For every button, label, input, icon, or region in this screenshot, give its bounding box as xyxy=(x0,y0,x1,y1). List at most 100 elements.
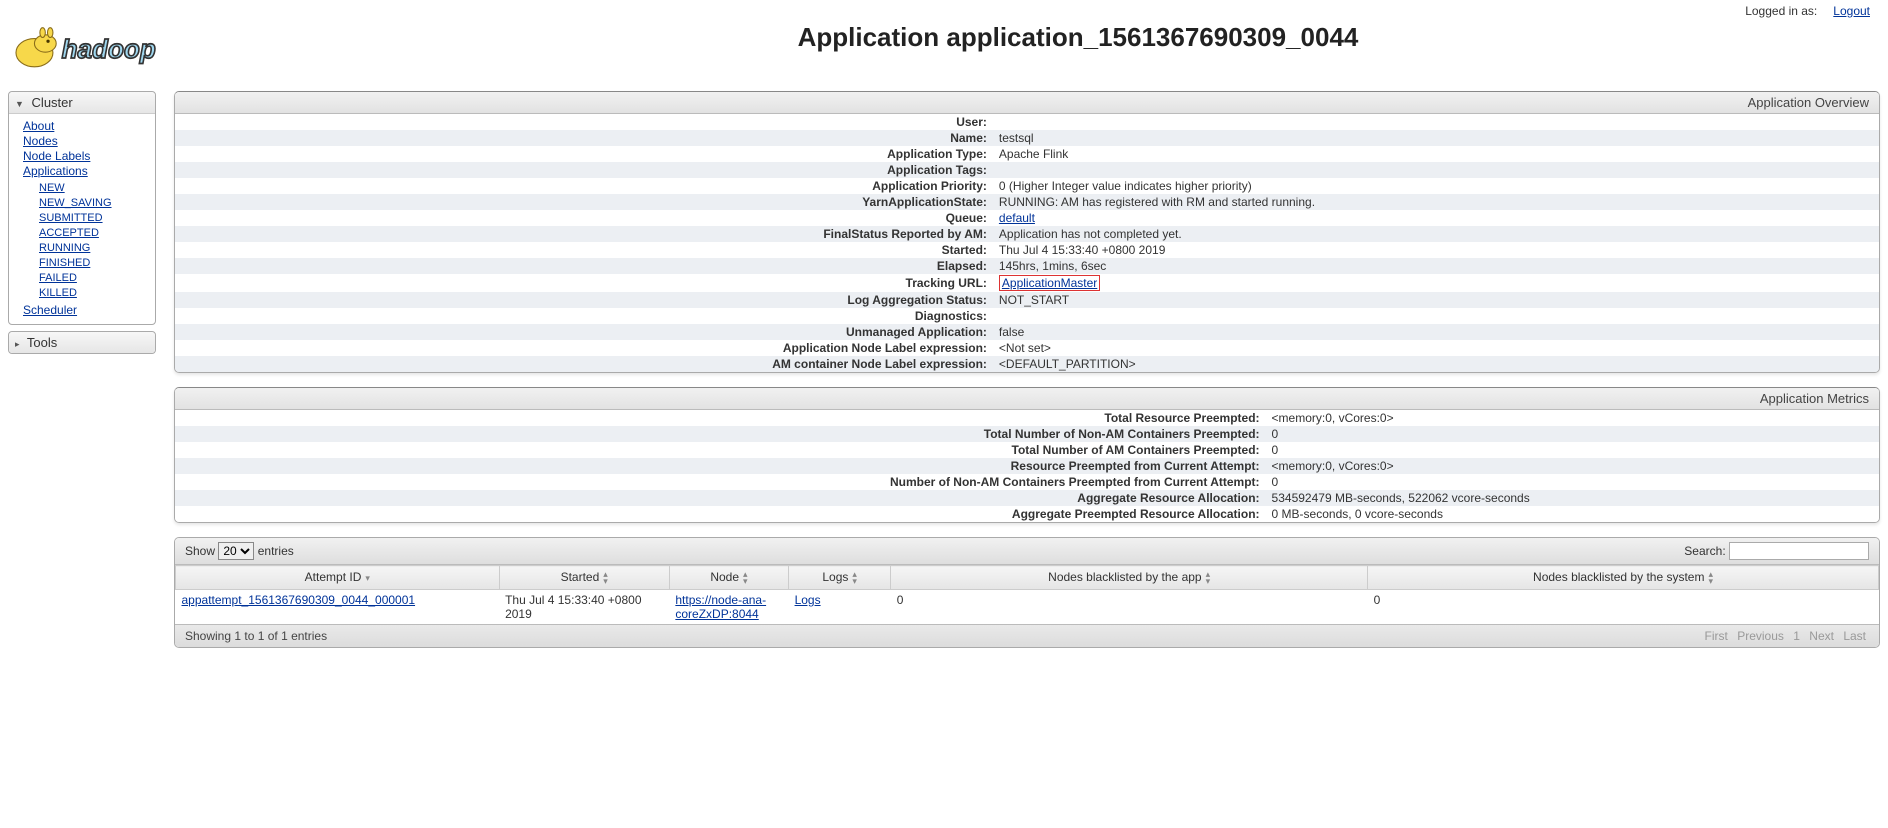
pager-page-1[interactable]: 1 xyxy=(1793,629,1800,643)
sidebar-tools-header[interactable]: ▸ Tools xyxy=(9,332,155,353)
overview-tags-label: Application Tags: xyxy=(175,162,993,178)
hadoop-logo: hadoop xyxy=(0,18,268,85)
attempt-node-link[interactable]: https://node-ana-coreZxDP:8044 xyxy=(675,593,766,621)
chevron-down-icon: ▼ xyxy=(15,99,24,109)
overview-elapsed-label: Elapsed: xyxy=(175,258,993,274)
metrics-am-ct-value: 0 xyxy=(1266,442,1879,458)
pager-next[interactable]: Next xyxy=(1809,629,1834,643)
overview-apptype-label: Application Type: xyxy=(175,146,993,162)
entries-label: entries xyxy=(258,544,294,558)
attempt-logs-link[interactable]: Logs xyxy=(795,593,821,607)
attempt-blk-app: 0 xyxy=(891,589,1368,624)
metrics-nonam-ct-value: 0 xyxy=(1266,426,1879,442)
metrics-res-cur-label: Resource Preempted from Current Attempt: xyxy=(175,458,1266,474)
logged-in-label: Logged in as: xyxy=(1745,4,1817,18)
attempt-started: Thu Jul 4 15:33:40 +0800 2019 xyxy=(499,589,669,624)
svg-text:hadoop: hadoop xyxy=(62,34,156,64)
overview-logagg-label: Log Aggregation Status: xyxy=(175,292,993,308)
sidebar-cluster-label: Cluster xyxy=(32,95,73,110)
overview-unmanaged-label: Unmanaged Application: xyxy=(175,324,993,340)
pager-last[interactable]: Last xyxy=(1843,629,1866,643)
sort-icon: ▴▾ xyxy=(603,571,608,585)
sidebar-state-new[interactable]: NEW xyxy=(39,182,65,194)
overview-apptype-value: Apache Flink xyxy=(993,146,1879,162)
metrics-nonam-cur-value: 0 xyxy=(1266,474,1879,490)
overview-elapsed-value: 145hrs, 1mins, 6sec xyxy=(993,258,1879,274)
tracking-url-link[interactable]: ApplicationMaster xyxy=(1002,276,1097,290)
metrics-header: Application Metrics xyxy=(175,388,1879,410)
overview-nodelabel-label: Application Node Label expression: xyxy=(175,340,993,356)
overview-user-value xyxy=(993,114,1879,130)
sidebar-link-about[interactable]: About xyxy=(23,119,54,133)
overview-header: Application Overview xyxy=(175,92,1879,114)
metrics-am-ct-label: Total Number of AM Containers Preempted: xyxy=(175,442,1266,458)
page-title: Application application_1561367690309_00… xyxy=(268,22,1888,53)
sidebar-link-scheduler[interactable]: Scheduler xyxy=(23,303,77,317)
sidebar-link-node-labels[interactable]: Node Labels xyxy=(23,149,90,163)
overview-queue-label: Queue: xyxy=(175,210,993,226)
overview-tags-value xyxy=(993,162,1879,178)
metrics-nonam-ct-label: Total Number of Non-AM Containers Preemp… xyxy=(175,426,1266,442)
sidebar-tools-label: Tools xyxy=(27,335,57,350)
metrics-nonam-cur-label: Number of Non-AM Containers Preempted fr… xyxy=(175,474,1266,490)
metrics-res-cur-value: <memory:0, vCores:0> xyxy=(1266,458,1879,474)
overview-queue-link[interactable]: default xyxy=(999,211,1035,225)
pager: First Previous 1 Next Last xyxy=(1702,629,1869,643)
col-started[interactable]: Started▴▾ xyxy=(499,566,669,590)
sidebar-state-running[interactable]: RUNNING xyxy=(39,242,90,254)
attempt-id-link[interactable]: appattempt_1561367690309_0044_000001 xyxy=(182,593,416,607)
overview-final-value: Application has not completed yet. xyxy=(993,226,1879,242)
metrics-agg-value: 534592479 MB-seconds, 522062 vcore-secon… xyxy=(1266,490,1879,506)
metrics-agg-label: Aggregate Resource Allocation: xyxy=(175,490,1266,506)
overview-amlabel-label: AM container Node Label expression: xyxy=(175,356,993,372)
pager-first[interactable]: First xyxy=(1705,629,1728,643)
overview-name-value: testsql xyxy=(993,130,1879,146)
sort-icon: ▴▾ xyxy=(1206,571,1211,585)
sidebar-state-killed[interactable]: KILLED xyxy=(39,287,77,299)
pager-prev[interactable]: Previous xyxy=(1737,629,1784,643)
application-overview-section: Application Overview User: Name: testsql… xyxy=(174,91,1880,373)
search-input[interactable] xyxy=(1729,542,1869,560)
overview-tracking-label: Tracking URL: xyxy=(175,274,993,292)
col-blk-sys[interactable]: Nodes blacklisted by the system▴▾ xyxy=(1368,566,1879,590)
overview-yarnstate-value: RUNNING: AM has registered with RM and s… xyxy=(993,194,1879,210)
metrics-agg-pre-value: 0 MB-seconds, 0 vcore-seconds xyxy=(1266,506,1879,522)
col-node[interactable]: Node▴▾ xyxy=(669,566,788,590)
overview-name-label: Name: xyxy=(175,130,993,146)
sidebar-state-failed[interactable]: FAILED xyxy=(39,272,77,284)
metrics-total-res-label: Total Resource Preempted: xyxy=(175,410,1266,426)
overview-final-label: FinalStatus Reported by AM: xyxy=(175,226,993,242)
overview-yarnstate-label: YarnApplicationState: xyxy=(175,194,993,210)
sidebar-state-submitted[interactable]: SUBMITTED xyxy=(39,212,103,224)
application-metrics-section: Application Metrics Total Resource Preem… xyxy=(174,387,1880,523)
overview-started-label: Started: xyxy=(175,242,993,258)
overview-amlabel-value: <DEFAULT_PARTITION> xyxy=(993,356,1879,372)
overview-started-value: Thu Jul 4 15:33:40 +0800 2019 xyxy=(993,242,1879,258)
overview-priority-value: 0 (Higher Integer value indicates higher… xyxy=(993,178,1879,194)
overview-priority-label: Application Priority: xyxy=(175,178,993,194)
sidebar-state-finished[interactable]: FINISHED xyxy=(39,257,90,269)
chevron-right-icon: ▸ xyxy=(15,339,20,349)
overview-diag-value xyxy=(993,308,1879,324)
entries-select[interactable]: 20 xyxy=(218,542,254,560)
logout-link[interactable]: Logout xyxy=(1833,4,1870,18)
attempts-section: Show 20 entries Search: Attempt ID▾ xyxy=(174,537,1880,648)
metrics-agg-pre-label: Aggregate Preempted Resource Allocation: xyxy=(175,506,1266,522)
sidebar-cluster-header[interactable]: ▼ Cluster xyxy=(9,92,155,114)
overview-unmanaged-value: false xyxy=(993,324,1879,340)
sidebar-state-new-saving[interactable]: NEW_SAVING xyxy=(39,197,112,209)
show-label: Show xyxy=(185,544,215,558)
col-logs[interactable]: Logs▴▾ xyxy=(789,566,891,590)
col-blk-app[interactable]: Nodes blacklisted by the app▴▾ xyxy=(891,566,1368,590)
sort-icon: ▴▾ xyxy=(743,571,748,585)
sort-icon: ▴▾ xyxy=(1708,571,1713,585)
metrics-total-res-value: <memory:0, vCores:0> xyxy=(1266,410,1879,426)
col-attempt-id[interactable]: Attempt ID▾ xyxy=(176,566,500,590)
sidebar-link-nodes[interactable]: Nodes xyxy=(23,134,58,148)
table-info: Showing 1 to 1 of 1 entries xyxy=(185,629,327,643)
search-label: Search: xyxy=(1684,544,1725,558)
sidebar-link-applications[interactable]: Applications xyxy=(23,164,88,178)
overview-user-label: User: xyxy=(175,114,993,130)
sidebar-state-accepted[interactable]: ACCEPTED xyxy=(39,227,99,239)
overview-logagg-value: NOT_START xyxy=(993,292,1879,308)
